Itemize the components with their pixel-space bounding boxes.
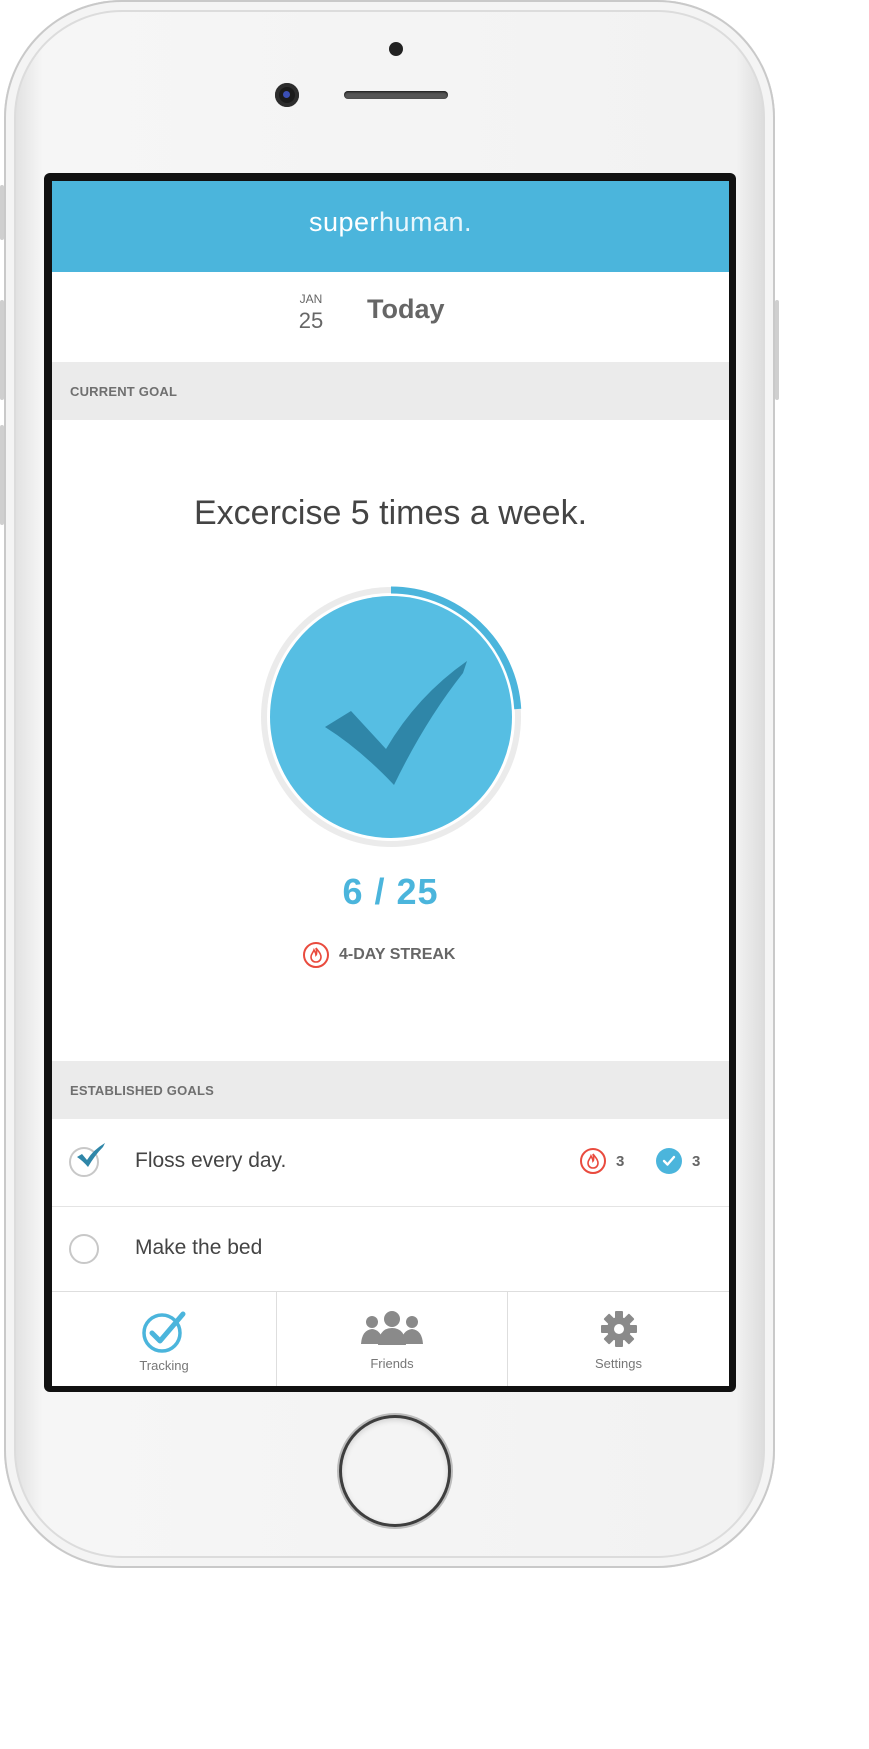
current-goal-text: Excercise 5 times a week. [193,494,588,532]
goal-completed-stat: 3 [656,1148,700,1174]
tab-friends[interactable]: Friends [276,1292,507,1386]
progress-ring-svg [261,586,522,847]
check-badge-icon [656,1148,682,1174]
tab-settings[interactable]: Settings [507,1292,729,1386]
tab-friends-label: Friends [370,1356,414,1371]
goal-row-floss[interactable]: Floss every day. 3 3 [52,1120,729,1207]
current-goal-label: CURRENT GOAL [70,384,178,399]
volume-down-button [0,425,4,525]
gear-icon [508,1310,729,1350]
date-day: 25 [298,308,324,333]
earpiece-speaker [344,91,448,99]
goal-check-icon [77,1143,105,1167]
goal-checkbox[interactable] [69,1234,99,1264]
tab-tracking-label: Tracking [139,1358,189,1373]
goal-name: Make the bed [135,1236,263,1259]
flame-icon [303,942,329,968]
tab-bar: Tracking Friends Settings [52,1291,729,1386]
volume-up-button [0,300,4,400]
front-camera [275,83,299,107]
goal-name: Floss every day. [135,1149,287,1172]
proximity-sensor [389,42,403,56]
goal-row-make-bed[interactable]: Make the bed [52,1207,729,1294]
app-header: superhuman. [52,181,729,272]
established-goals-header: ESTABLISHED GOALS [52,1061,729,1119]
home-button[interactable] [342,1418,448,1524]
app-screen: superhuman. JAN 25 Today CURRENT GOAL Ex… [52,181,729,1386]
friends-icon [277,1310,507,1350]
established-goals-label: ESTABLISHED GOALS [70,1083,215,1098]
goal-streak-stat: 3 [580,1148,624,1174]
goal-checkbox[interactable] [69,1143,105,1177]
power-button [775,300,779,400]
logo-bold: super [308,207,379,237]
current-goal-header: CURRENT GOAL [52,362,729,420]
goal-progress-ring[interactable] [255,581,527,853]
goal-progress-count: 6 / 25 [342,871,439,912]
date-title: Today [367,294,445,324]
app-logo: superhuman. [52,207,729,238]
date-selector[interactable]: JAN 25 Today [52,272,729,362]
ring-inner-disc [270,596,512,838]
goal-completed-count: 3 [692,1152,701,1170]
goal-streak-count: 3 [616,1152,625,1170]
flame-icon [580,1148,606,1174]
streak-indicator: 4-DAY STREAK [303,939,455,971]
tab-tracking[interactable]: Tracking [52,1292,276,1386]
tab-settings-label: Settings [595,1356,642,1371]
date-month: JAN [299,292,323,306]
check-circle-icon [52,1310,276,1353]
streak-label: 4-DAY STREAK [339,946,456,963]
logo-light: human. [378,207,473,237]
mute-switch [0,185,4,240]
